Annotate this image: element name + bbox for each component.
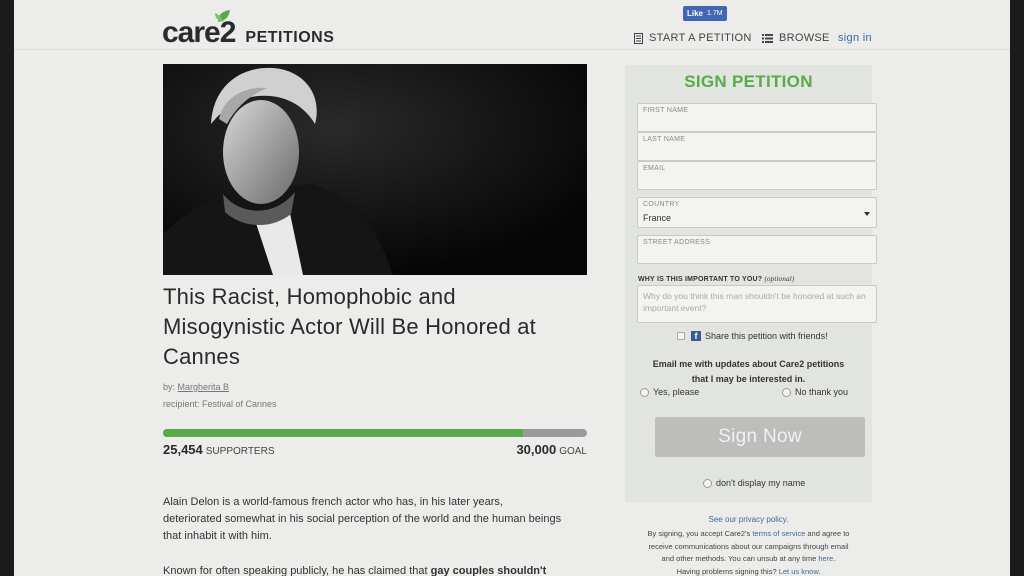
legal-text-part: Having problems signing this? xyxy=(676,566,779,576)
legal-text-part: and agree to xyxy=(805,529,850,538)
street-address-field[interactable]: STREET ADDRESS xyxy=(637,235,877,264)
legal-text-part: By signing, you accept Care2's xyxy=(647,529,753,538)
body-text-bold: gay couples shouldn't xyxy=(430,565,547,576)
legal-line: receive communications about our campaig… xyxy=(648,541,849,551)
progress-fill xyxy=(163,429,523,437)
video-frame-left xyxy=(0,0,14,576)
legal-line: and other methods. You can unsub at any … xyxy=(625,553,872,566)
country-label: COUNTRY xyxy=(643,201,680,208)
first-name-field[interactable]: FIRST NAME xyxy=(637,103,877,132)
logo-section: PETITIONS xyxy=(245,29,335,46)
petition-title-line: Misogynistic Actor Will Be Honored at xyxy=(163,314,536,339)
author-prefix: by: xyxy=(163,382,176,392)
country-value: France xyxy=(643,213,672,223)
body-line: deteriorated somewhat in his social perc… xyxy=(163,513,562,525)
facebook-icon: f xyxy=(691,331,701,341)
start-petition-link[interactable]: START A PETITION xyxy=(634,32,752,44)
supporters-count: 25,454 SUPPORTERS xyxy=(163,442,275,457)
site-header: care2 PETITIONS Like 1.7M START A PETITI… xyxy=(14,0,1010,50)
goal-count: 30,000 GOAL xyxy=(516,442,587,457)
share-option[interactable]: f Share this petition with friends! xyxy=(677,331,828,341)
start-petition-label: START A PETITION xyxy=(649,32,752,44)
petition-recipient: recipient: Festival of Cannes xyxy=(163,399,277,409)
petition-author: by: Margherita B xyxy=(163,382,229,392)
author-link[interactable]: Margherita B xyxy=(178,382,230,392)
share-checkbox[interactable] xyxy=(677,332,685,340)
country-select[interactable]: COUNTRY France xyxy=(637,197,877,228)
last-name-label: LAST NAME xyxy=(643,136,686,143)
supporters-progress-bar xyxy=(163,429,587,437)
document-icon xyxy=(634,32,643,44)
legal-line: Having problems signing this? Let us kno… xyxy=(625,566,872,576)
leaf-icon xyxy=(215,10,230,22)
petition-title: This Racist, Homophobic and Misogynistic… xyxy=(163,282,593,372)
body-text-start: Known for often speaking publicly, he ha… xyxy=(163,565,431,576)
why-optional-text: (optional) xyxy=(764,275,795,283)
legal-text-part: . xyxy=(818,566,821,576)
street-address-label: STREET ADDRESS xyxy=(643,239,711,246)
anonymous-option[interactable]: don't display my name xyxy=(703,478,805,488)
supporters-label: SUPPORTERS xyxy=(205,446,275,457)
legal-line: By signing, you accept Care2's terms of … xyxy=(625,528,872,541)
list-icon xyxy=(762,33,773,43)
petition-page: care2 PETITIONS Like 1.7M START A PETITI… xyxy=(14,0,1010,576)
goal-label: GOAL xyxy=(559,446,587,457)
petition-body-paragraph: Known for often speaking publicly, he ha… xyxy=(163,563,587,576)
petition-title-line: Cannes xyxy=(163,344,241,369)
facebook-like-button[interactable]: Like 1.7M xyxy=(683,6,727,21)
terms-of-service-link[interactable]: terms of service xyxy=(752,529,805,538)
first-name-label: FIRST NAME xyxy=(643,107,689,114)
sign-petition-title: SIGN PETITION xyxy=(684,72,813,91)
no-radio[interactable] xyxy=(782,387,791,397)
yes-label: Yes, please xyxy=(653,387,700,397)
why-important-label: WHY IS THIS IMPORTANT TO YOU? (optional) xyxy=(638,275,794,283)
petition-hero-photo xyxy=(163,64,587,275)
sign-in-link[interactable]: sign in xyxy=(838,32,872,44)
sign-now-button[interactable]: Sign Now xyxy=(655,417,865,457)
email-no-option[interactable]: No thank you xyxy=(782,387,848,397)
why-label-text: WHY IS THIS IMPORTANT TO YOU? xyxy=(638,276,763,283)
privacy-policy-link[interactable]: See our privacy policy. xyxy=(625,515,872,524)
no-label: No thank you xyxy=(795,387,849,397)
facebook-like-label: Like xyxy=(687,9,704,18)
goal-number: 30,000 xyxy=(516,442,557,457)
petition-title-line: This Racist, Homophobic and xyxy=(163,284,456,309)
sign-petition-panel: SIGN PETITION FIRST NAME LAST NAME EMAIL… xyxy=(625,65,877,502)
report-problem-link[interactable]: Let us know xyxy=(779,567,819,576)
email-opt-in-question: Email me with updates about Care2 petiti… xyxy=(625,357,872,387)
facebook-like-count: 1.7M xyxy=(707,10,723,17)
legal-text-part: . xyxy=(833,554,836,563)
browse-link[interactable]: BROWSE xyxy=(762,32,830,44)
video-frame-right xyxy=(1010,0,1024,576)
share-label: Share this petition with friends! xyxy=(705,331,828,341)
unsubscribe-link[interactable]: here xyxy=(818,554,833,563)
last-name-field[interactable]: LAST NAME xyxy=(637,132,877,161)
body-line: that inhabit it with him. xyxy=(163,530,272,542)
anonymous-label: don't display my name xyxy=(716,478,806,488)
portrait-photo xyxy=(163,64,587,275)
petition-body-paragraph: Alain Delon is a world-famous french act… xyxy=(163,494,587,545)
email-field[interactable]: EMAIL xyxy=(637,161,877,190)
email-label: EMAIL xyxy=(643,165,666,172)
email-question-line: that I may be interested in. xyxy=(691,374,806,384)
why-important-textarea[interactable]: Why do you think this man shouldn't be h… xyxy=(637,285,877,323)
browse-label: BROWSE xyxy=(779,32,830,44)
supporters-number: 25,454 xyxy=(163,442,203,457)
anonymous-checkbox[interactable] xyxy=(703,478,712,488)
legal-text: By signing, you accept Care2's terms of … xyxy=(625,528,872,576)
yes-radio[interactable] xyxy=(640,387,649,397)
email-yes-option[interactable]: Yes, please xyxy=(640,387,699,397)
care2-logo[interactable]: care2 PETITIONS xyxy=(162,10,335,48)
email-question-line: Email me with updates about Care2 petiti… xyxy=(652,359,845,369)
body-line: Alain Delon is a world-famous french act… xyxy=(163,496,503,508)
legal-text-part: and other methods. You can unsub at any … xyxy=(661,554,819,563)
chevron-down-icon xyxy=(864,212,870,216)
